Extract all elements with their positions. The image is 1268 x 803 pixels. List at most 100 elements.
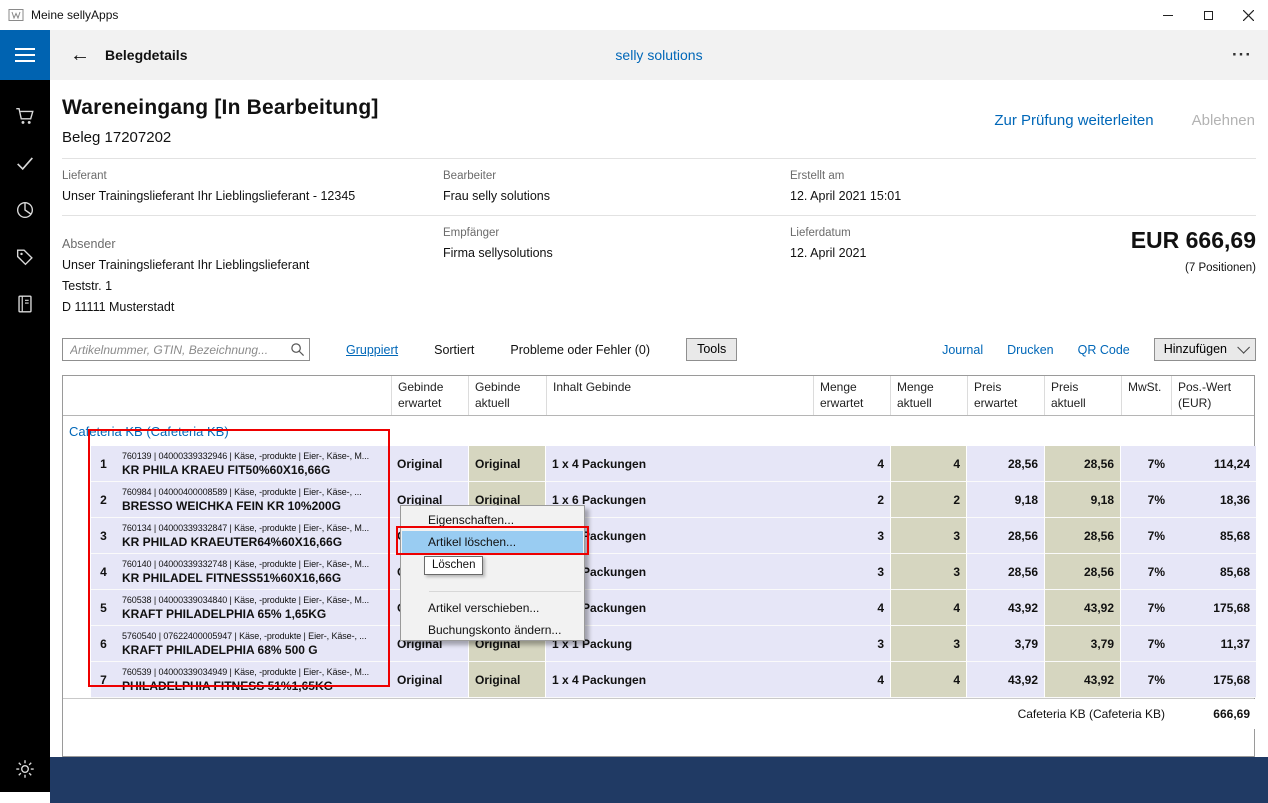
menu-item-artikel-verschieben[interactable]: Artikel verschieben... — [402, 597, 583, 619]
cell-menge-erwartet: 2 — [813, 482, 890, 518]
cell-menge-aktuell[interactable]: 3 — [890, 626, 967, 662]
tools-button[interactable]: Tools — [686, 338, 737, 361]
menu-item-eigenschaften[interactable]: Eigenschaften... — [402, 509, 583, 531]
divider — [62, 158, 1256, 159]
cell-pos-wert: 175,68 — [1171, 590, 1256, 626]
cell-menge-aktuell[interactable]: 4 — [890, 446, 967, 482]
cell-menge-aktuell[interactable]: 3 — [890, 518, 967, 554]
app-icon — [8, 7, 24, 23]
col-pos-wert[interactable]: Pos.-Wert (EUR) — [1171, 376, 1256, 415]
col-gebinde-erwartet[interactable]: Gebinde erwartet — [391, 376, 468, 415]
cell-preis-aktuell[interactable]: 3,79 — [1044, 626, 1121, 662]
cell-menge-aktuell[interactable]: 2 — [890, 482, 967, 518]
cell-preis-aktuell[interactable]: 28,56 — [1044, 554, 1121, 590]
journal-link[interactable]: Journal — [942, 343, 983, 357]
row-number: 7 — [91, 662, 116, 698]
cell-preis-aktuell[interactable]: 28,56 — [1044, 518, 1121, 554]
cell-gebinde-aktuell[interactable]: Original — [468, 446, 546, 482]
row-gutter — [63, 482, 91, 518]
grouped-link[interactable]: Gruppiert — [346, 343, 398, 357]
article-meta: 760134 | 04000339332847 | Käse, -produkt… — [122, 522, 385, 534]
cell-mwst: 7% — [1121, 662, 1171, 698]
sorted-link[interactable]: Sortiert — [434, 343, 474, 357]
col-gebinde-aktuell[interactable]: Gebinde aktuell — [468, 376, 546, 415]
forward-for-review-link[interactable]: Zur Prüfung weiterleiten — [994, 112, 1153, 129]
window-title: Meine sellyApps — [31, 8, 118, 22]
cell-menge-aktuell[interactable]: 4 — [890, 590, 967, 626]
article-cell[interactable]: 760139 | 04000339332946 | Käse, -produkt… — [116, 446, 391, 482]
table-row[interactable]: 1 760139 | 04000339332946 | Käse, -produ… — [63, 446, 1254, 482]
qr-code-link[interactable]: QR Code — [1078, 343, 1130, 357]
cell-mwst: 7% — [1121, 482, 1171, 518]
cell-mwst: 7% — [1121, 518, 1171, 554]
article-meta: 5760540 | 07622400005947 | Käse, -produk… — [122, 630, 385, 642]
page-title: Belegdetails — [105, 47, 187, 63]
cell-preis-erwartet: 28,56 — [967, 446, 1044, 482]
menu-item-artikel-loeschen[interactable]: Artikel löschen... — [402, 531, 583, 553]
search-icon[interactable] — [290, 342, 305, 357]
col-preis-aktuell[interactable]: Preis aktuell — [1044, 376, 1121, 415]
window-titlebar: Meine sellyApps — [0, 0, 1268, 30]
print-link[interactable]: Drucken — [1007, 343, 1054, 357]
col-mwst[interactable]: MwSt. — [1121, 376, 1171, 415]
table-row[interactable]: 5 760538 | 04000339034840 | Käse, -produ… — [63, 590, 1254, 626]
cell-preis-aktuell[interactable]: 9,18 — [1044, 482, 1121, 518]
total-amount: EUR 666,69 — [1131, 227, 1256, 254]
article-cell[interactable]: 760539 | 04000339034949 | Käse, -produkt… — [116, 662, 391, 698]
menu-separator — [429, 591, 581, 592]
col-preis-erwartet[interactable]: Preis erwartet — [967, 376, 1044, 415]
check-icon[interactable] — [14, 152, 36, 174]
maximize-button[interactable] — [1188, 0, 1228, 30]
cell-mwst: 7% — [1121, 554, 1171, 590]
row-gutter — [63, 446, 91, 482]
article-cell[interactable]: 760984 | 04000400008589 | Käse, -produkt… — [116, 482, 391, 518]
article-cell[interactable]: 5760540 | 07622400005947 | Käse, -produk… — [116, 626, 391, 662]
pie-chart-icon[interactable] — [14, 199, 36, 221]
article-cell[interactable]: 760140 | 04000339332748 | Käse, -produkt… — [116, 554, 391, 590]
group-header[interactable]: Cafeteria KB (Cafeteria KB) — [63, 416, 1254, 446]
table-row[interactable]: 3 760134 | 04000339332847 | Käse, -produ… — [63, 518, 1254, 554]
article-name: KR PHILAD KRAEUTER64%60X16,66G — [122, 534, 385, 551]
tag-icon[interactable] — [14, 246, 36, 268]
table-row[interactable]: 7 760539 | 04000339034949 | Käse, -produ… — [63, 662, 1254, 698]
close-button[interactable] — [1228, 0, 1268, 30]
article-cell[interactable]: 760134 | 04000339332847 | Käse, -produkt… — [116, 518, 391, 554]
cell-inhalt-gebinde: 1 x 4 Packungen — [546, 662, 813, 698]
cell-gebinde-erwartet: Original — [391, 662, 468, 698]
cell-inhalt-gebinde: 1 x 1 Packung — [546, 626, 813, 662]
col-menge-erwartet[interactable]: Menge erwartet — [813, 376, 890, 415]
add-button[interactable]: Hinzufügen — [1154, 338, 1256, 361]
table-row[interactable]: 2 760984 | 04000400008589 | Käse, -produ… — [63, 482, 1254, 518]
page-header: ← Belegdetails selly solutions ··· — [50, 30, 1268, 80]
problems-link[interactable]: Probleme oder Fehler (0) — [510, 343, 650, 357]
article-meta: 760140 | 04000339332748 | Käse, -produkt… — [122, 558, 385, 570]
cell-inhalt-gebinde: 1 x 4 Packungen — [546, 518, 813, 554]
cell-preis-erwartet: 3,79 — [967, 626, 1044, 662]
col-menge-aktuell[interactable]: Menge aktuell — [890, 376, 967, 415]
book-icon[interactable] — [14, 293, 36, 315]
cell-preis-aktuell[interactable]: 43,92 — [1044, 590, 1121, 626]
cell-preis-aktuell[interactable]: 43,92 — [1044, 662, 1121, 698]
back-button[interactable]: ← — [70, 45, 90, 65]
article-cell[interactable]: 760538 | 04000339034840 | Käse, -produkt… — [116, 590, 391, 626]
bottom-status-bar — [50, 757, 1268, 803]
cell-menge-aktuell[interactable]: 4 — [890, 662, 967, 698]
reject-link[interactable]: Ablehnen — [1192, 112, 1255, 129]
more-options-button[interactable]: ··· — [1232, 45, 1252, 65]
col-inhalt-gebinde[interactable]: Inhalt Gebinde — [546, 376, 813, 415]
cell-menge-erwartet: 4 — [813, 662, 890, 698]
cell-pos-wert: 85,68 — [1171, 554, 1256, 590]
cell-pos-wert: 18,36 — [1171, 482, 1256, 518]
hamburger-menu-button[interactable] — [0, 30, 50, 80]
search-input[interactable] — [62, 338, 310, 361]
table-row[interactable]: 4 760140 | 04000339332748 | Käse, -produ… — [63, 554, 1254, 590]
cell-preis-aktuell[interactable]: 28,56 — [1044, 446, 1121, 482]
menu-item-buchungskonto-aendern[interactable]: Buchungskonto ändern... — [402, 619, 583, 641]
cell-menge-aktuell[interactable]: 3 — [890, 554, 967, 590]
minimize-button[interactable] — [1148, 0, 1188, 30]
gear-icon[interactable] — [14, 758, 36, 780]
cell-gebinde-aktuell[interactable]: Original — [468, 662, 546, 698]
table-row[interactable]: 6 5760540 | 07622400005947 | Käse, -prod… — [63, 626, 1254, 662]
cart-icon[interactable] — [14, 105, 36, 127]
delete-tooltip: Löschen — [424, 556, 483, 575]
